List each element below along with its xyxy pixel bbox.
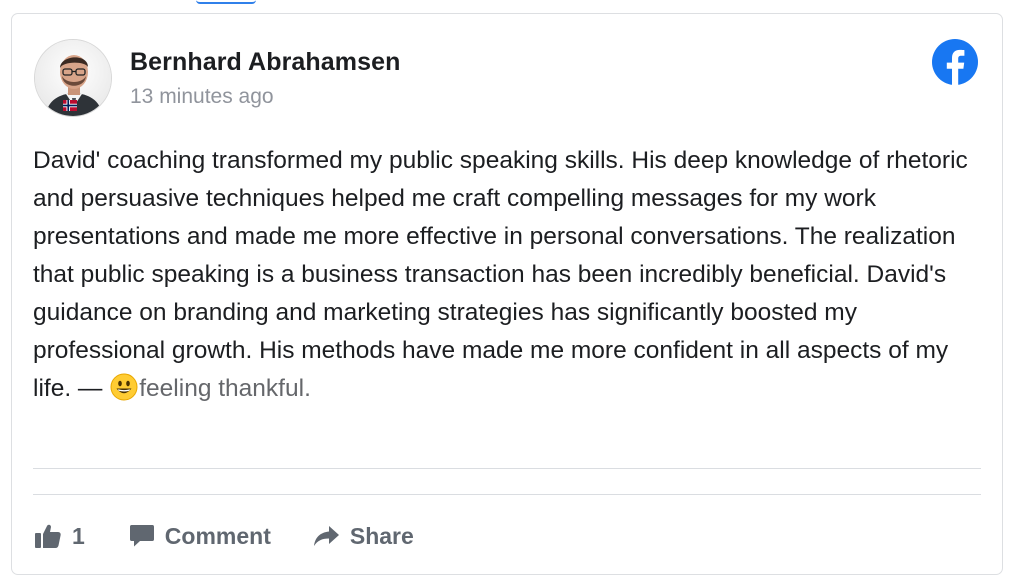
post-body: David' coaching transformed my public sp… <box>33 142 983 408</box>
comment-bubble-icon <box>129 524 155 548</box>
action-bar: 1 Comment Share <box>34 518 414 554</box>
divider <box>33 494 981 495</box>
share-arrow-icon <box>313 525 340 547</box>
like-count: 1 <box>72 522 85 549</box>
facebook-logo-icon[interactable] <box>932 39 978 85</box>
share-label: Share <box>349 522 414 549</box>
thumbs-up-icon <box>34 523 62 549</box>
post-timestamp[interactable]: 13 minutes ago <box>130 85 274 109</box>
feeling-text[interactable]: feeling thankful. <box>139 375 311 402</box>
comment-button[interactable]: Comment <box>129 523 271 550</box>
avatar-portrait-icon <box>35 40 111 116</box>
comment-label: Comment <box>164 522 271 549</box>
top-link-fragment <box>196 0 256 4</box>
avatar[interactable] <box>34 39 112 117</box>
share-button[interactable]: Share <box>313 523 414 550</box>
grinning-face-emoji-icon <box>110 373 138 401</box>
post-body-text: David' coaching transformed my public sp… <box>33 147 968 402</box>
like-button[interactable]: 1 <box>34 523 85 550</box>
author-name[interactable]: Bernhard Abrahamsen <box>130 48 401 77</box>
divider <box>33 468 981 469</box>
review-card: Bernhard Abrahamsen 13 minutes ago David… <box>11 13 1003 575</box>
